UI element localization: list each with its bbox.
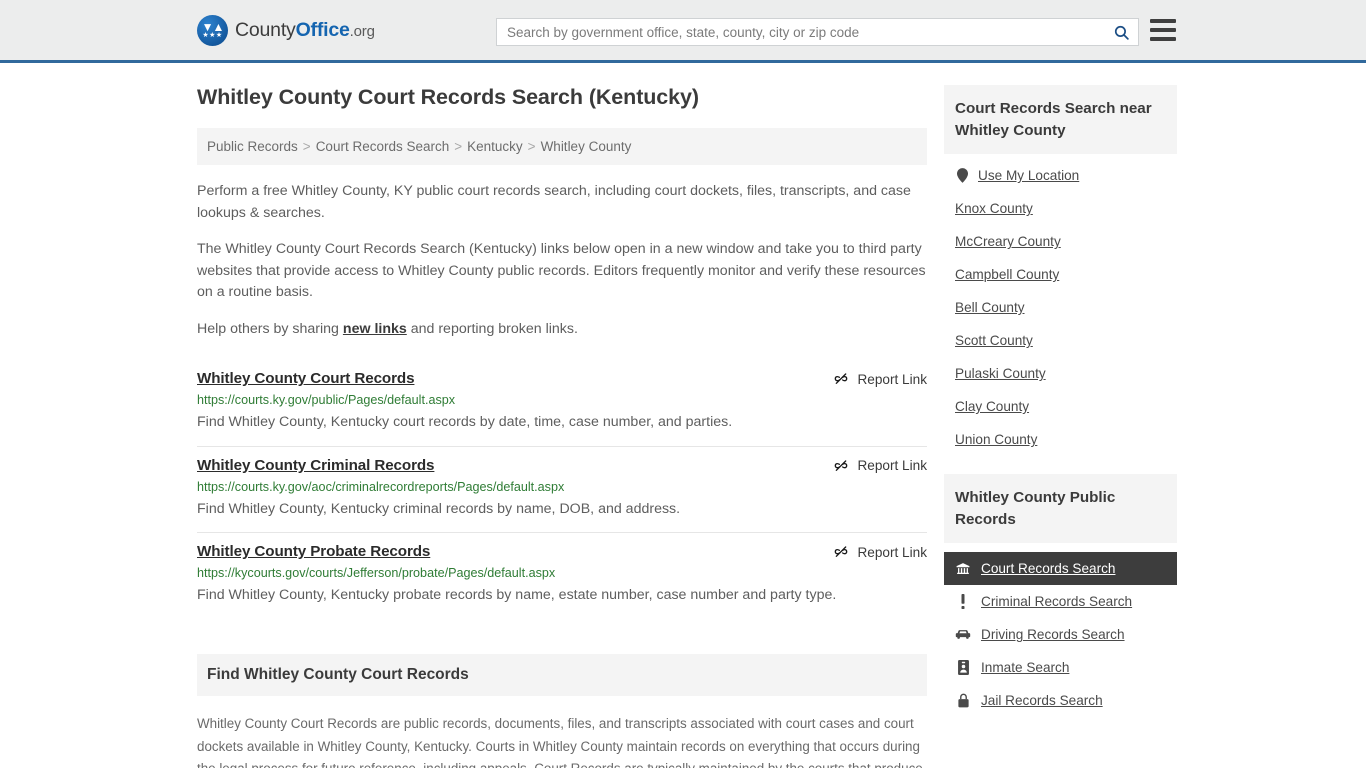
car-icon bbox=[955, 629, 971, 640]
section-paragraph: Whitley County Court Records are public … bbox=[197, 716, 923, 768]
logo-text-office: Office bbox=[295, 18, 350, 41]
sidebar-item-criminal-records-search[interactable]: Criminal Records Search bbox=[944, 585, 1177, 618]
id-badge-icon bbox=[955, 660, 971, 676]
share-text-after: and reporting broken links. bbox=[406, 320, 578, 337]
section-body: Whitley County Court Records are public … bbox=[197, 713, 927, 768]
record-link-title[interactable]: Whitley County Court Records bbox=[197, 370, 415, 387]
sidebar-item-label: Inmate Search bbox=[981, 660, 1070, 676]
record-link-url: https://courts.ky.gov/aoc/criminalrecord… bbox=[197, 479, 565, 494]
report-link-label: Report Link bbox=[857, 458, 927, 474]
share-text-before: Help others by sharing bbox=[197, 320, 343, 337]
breadcrumb-item-whitley-county: Whitley County bbox=[540, 139, 632, 154]
exclamation-icon bbox=[955, 594, 971, 610]
report-link-label: Report Link bbox=[857, 544, 927, 560]
sidebar-item-bell-county[interactable]: Bell County bbox=[944, 291, 1177, 324]
sidebar-nearby-heading: Court Records Search near Whitley County bbox=[944, 85, 1177, 155]
broken-link-icon bbox=[833, 458, 849, 474]
county-label: Scott County bbox=[955, 333, 1033, 349]
breadcrumb-item-kentucky[interactable]: Kentucky bbox=[467, 139, 523, 154]
sidebar-item-label: Criminal Records Search bbox=[981, 594, 1133, 610]
sidebar-item-driving-records-search[interactable]: Driving Records Search bbox=[944, 618, 1177, 651]
record-link-description: Find Whitley County, Kentucky probate re… bbox=[197, 587, 837, 604]
county-label: Clay County bbox=[955, 399, 1030, 415]
county-label: Union County bbox=[955, 432, 1038, 448]
sidebar-public-records-list: Court Records Search Criminal Records Se… bbox=[944, 552, 1177, 717]
intro-text: Perform a free Whitley County, KY public… bbox=[197, 181, 927, 340]
use-my-location-link[interactable]: Use My Location bbox=[944, 158, 1177, 192]
bank-icon bbox=[955, 562, 971, 576]
sidebar-item-court-records-search[interactable]: Court Records Search bbox=[944, 552, 1177, 586]
sidebar-item-label: Court Records Search bbox=[981, 561, 1116, 577]
report-link-label: Report Link bbox=[857, 371, 927, 387]
sidebar-item-mccreary-county[interactable]: McCreary County bbox=[944, 225, 1177, 258]
sidebar-item-label: Driving Records Search bbox=[981, 627, 1125, 643]
hamburger-menu-icon[interactable] bbox=[1150, 19, 1176, 41]
section-heading: Find Whitley County Court Records bbox=[197, 654, 927, 697]
record-link-url: https://courts.ky.gov/public/Pages/defau… bbox=[197, 393, 456, 408]
eagle-stars-badge-icon: ▼▲ ★★★ bbox=[197, 14, 228, 46]
new-links-link[interactable]: new links bbox=[343, 321, 407, 337]
county-label: Bell County bbox=[955, 300, 1025, 316]
list-item: Whitley County Criminal Records Report L… bbox=[197, 447, 927, 534]
sidebar-item-clay-county[interactable]: Clay County bbox=[944, 390, 1177, 423]
lock-icon bbox=[955, 693, 971, 708]
record-link-url: https://kycourts.gov/courts/Jefferson/pr… bbox=[197, 566, 556, 581]
page-content: Whitley County Court Records Search (Ken… bbox=[0, 63, 1366, 768]
map-pin-icon bbox=[955, 168, 969, 183]
report-link-button[interactable]: Report Link bbox=[833, 544, 927, 560]
county-label: Campbell County bbox=[955, 267, 1060, 283]
list-item: Whitley County Court Records Report Link bbox=[197, 360, 927, 447]
record-link-description: Find Whitley County, Kentucky court reco… bbox=[197, 414, 733, 431]
report-link-button[interactable]: Report Link bbox=[833, 371, 927, 387]
search-icon bbox=[1113, 24, 1130, 41]
breadcrumb: Public Records > Court Records Search > Kent… bbox=[197, 128, 927, 165]
breadcrumb-item-public-records[interactable]: Public Records bbox=[207, 139, 298, 154]
broken-link-icon bbox=[833, 544, 849, 560]
breadcrumb-separator: > bbox=[454, 139, 463, 154]
sidebar-nearby-list: Use My Location Knox County McCreary Cou… bbox=[944, 154, 1177, 456]
find-records-section: Find Whitley County Court Records Whitle… bbox=[197, 654, 927, 768]
sidebar-item-campbell-county[interactable]: Campbell County bbox=[944, 258, 1177, 291]
intro-paragraph-2: The Whitley County Court Records Search … bbox=[197, 241, 926, 301]
record-link-title[interactable]: Whitley County Probate Records bbox=[197, 543, 430, 560]
intro-paragraph-1: Perform a free Whitley County, KY public… bbox=[197, 183, 911, 221]
county-label: McCreary County bbox=[955, 234, 1061, 250]
breadcrumb-separator: > bbox=[302, 139, 311, 154]
logo-text-county: County bbox=[235, 18, 296, 41]
broken-link-icon bbox=[833, 371, 849, 387]
breadcrumb-separator: > bbox=[527, 139, 536, 154]
sidebar-item-knox-county[interactable]: Knox County bbox=[944, 192, 1177, 225]
intro-paragraph-3: Help others by sharing new links and rep… bbox=[197, 319, 927, 341]
record-link-description: Find Whitley County, Kentucky criminal r… bbox=[197, 500, 681, 517]
site-header: ▼▲ ★★★ CountyOffice.org bbox=[0, 0, 1366, 63]
sidebar-item-inmate-search[interactable]: Inmate Search bbox=[944, 651, 1177, 684]
search-input[interactable] bbox=[497, 24, 1104, 40]
sidebar-item-label: Jail Records Search bbox=[981, 693, 1103, 709]
main-column: Whitley County Court Records Search (Ken… bbox=[197, 85, 927, 768]
use-my-location-label: Use My Location bbox=[978, 168, 1080, 184]
sidebar-item-scott-county[interactable]: Scott County bbox=[944, 324, 1177, 357]
sidebar-public-records-heading: Whitley County Public Records bbox=[944, 474, 1177, 544]
search-bar bbox=[496, 18, 1139, 46]
report-link-button[interactable]: Report Link bbox=[833, 458, 927, 474]
page-title: Whitley County Court Records Search (Ken… bbox=[197, 85, 699, 109]
logo-wordmark: CountyOffice.org bbox=[235, 19, 375, 42]
logo-text-org: .org bbox=[349, 22, 375, 40]
search-button[interactable] bbox=[1104, 19, 1138, 45]
breadcrumb-item-court-records-search[interactable]: Court Records Search bbox=[316, 139, 450, 154]
sidebar: Court Records Search near Whitley County… bbox=[944, 85, 1177, 768]
county-label: Knox County bbox=[955, 201, 1033, 217]
county-label: Pulaski County bbox=[955, 366, 1046, 382]
site-logo[interactable]: ▼▲ ★★★ CountyOffice.org bbox=[197, 14, 375, 46]
sidebar-item-union-county[interactable]: Union County bbox=[944, 423, 1177, 456]
sidebar-item-pulaski-county[interactable]: Pulaski County bbox=[944, 357, 1177, 390]
list-item: Whitley County Probate Records Report Li… bbox=[197, 533, 927, 618]
record-links-list: Whitley County Court Records Report Link bbox=[197, 360, 927, 618]
sidebar-item-jail-records-search[interactable]: Jail Records Search bbox=[944, 684, 1177, 717]
record-link-title[interactable]: Whitley County Criminal Records bbox=[197, 457, 435, 474]
